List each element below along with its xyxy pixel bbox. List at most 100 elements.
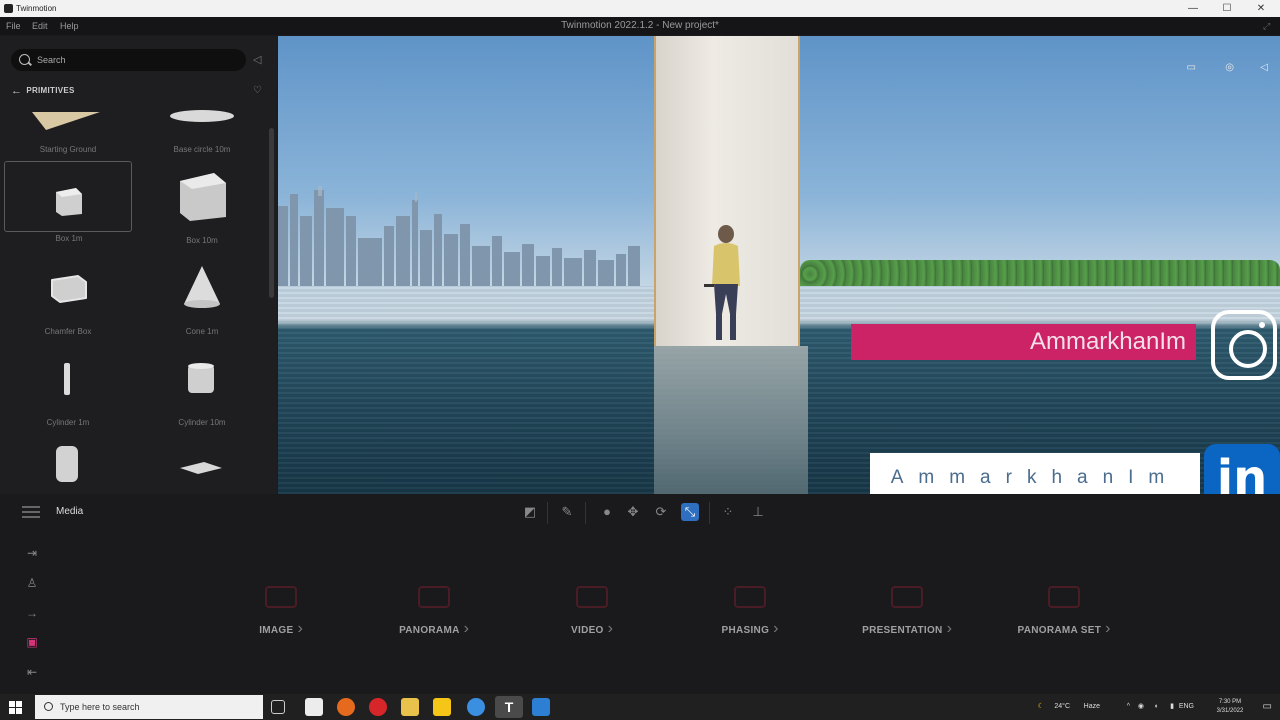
breadcrumb-label: PRIMITIVES — [26, 86, 75, 95]
menu-file[interactable]: File — [6, 17, 21, 35]
weather-desc[interactable]: Haze — [1084, 694, 1100, 720]
chevron-right-icon: › — [1105, 620, 1111, 637]
toolbar-separator — [585, 502, 586, 524]
chevron-right-icon: › — [297, 620, 303, 637]
media-presentation-label: PRESENTATION — [862, 625, 943, 636]
pick-tool-icon[interactable]: ✎ — [558, 503, 576, 521]
media-image[interactable]: IMAGE › — [226, 586, 336, 638]
file-app-icon[interactable] — [305, 698, 323, 716]
task-view-icon[interactable] — [271, 700, 285, 714]
library-item-cylinder-tall[interactable] — [4, 434, 132, 494]
media-presentation[interactable]: PRESENTATION › — [852, 586, 962, 638]
rotate-icon[interactable]: ⟳ — [652, 503, 670, 521]
plane-thumbnail — [180, 462, 222, 474]
library-item-label: Starting Ground — [39, 145, 97, 154]
instagram-handle: AmmarkhanIm — [1029, 328, 1186, 355]
photos-icon[interactable] — [532, 698, 550, 716]
media-video-label: VIDEO — [571, 625, 604, 636]
collapse-right-icon[interactable]: ◁ — [1260, 62, 1268, 73]
library-item-label: Cylinder 1m — [46, 418, 90, 427]
hamburger-menu-icon[interactable] — [22, 506, 40, 518]
collapse-panel-icon[interactable]: ◁ — [253, 53, 261, 66]
select-tool-icon[interactable]: ◩ — [521, 503, 539, 521]
chevron-right-icon: › — [463, 620, 469, 637]
favorite-icon[interactable]: ♡ — [253, 85, 262, 96]
library-item-box-10m[interactable]: Box 10m — [138, 161, 266, 245]
weather-icon[interactable]: ☾ — [1038, 694, 1044, 720]
media-phasing[interactable]: PHASING › — [695, 586, 805, 638]
library-item-cone-1m[interactable]: Cone 1m — [138, 252, 266, 336]
camera-icon — [265, 586, 297, 608]
clock-date: 3/31/2022 — [1216, 708, 1244, 714]
library-item-cylinder-10m[interactable]: Cylinder 10m — [138, 343, 266, 427]
media-panorama-label: PANORAMA — [399, 625, 460, 636]
axis-icon[interactable]: ⊥ — [749, 503, 767, 521]
move-icon[interactable]: ✥ — [624, 503, 642, 521]
material-icon[interactable]: ● — [598, 503, 616, 521]
library-item-box-1m[interactable]: Box 1m — [4, 161, 132, 243]
lines-icon[interactable]: → — [22, 606, 42, 620]
library-item-chamfer-box[interactable]: Chamfer Box — [4, 252, 132, 336]
taskbar-clock[interactable]: 7:30 PM 3/31/2022 — [1210, 698, 1250, 716]
twinmotion-taskbar-icon[interactable]: T — [495, 696, 523, 718]
vr-icon[interactable]: ◎ — [1225, 62, 1234, 73]
library-scrollbar[interactable] — [269, 128, 274, 298]
tree-line — [800, 260, 1280, 286]
weather-temp[interactable]: 24°C — [1054, 694, 1070, 720]
toolbar-separator — [547, 502, 548, 524]
firefox-icon[interactable] — [337, 698, 355, 716]
scene-viewport[interactable]: ▭ ◎ ◁ — [278, 36, 1280, 494]
media-video[interactable]: VIDEO › — [537, 586, 647, 638]
clock-time: 7:30 PM — [1218, 699, 1242, 705]
library-item-plane[interactable] — [138, 434, 266, 494]
close-button[interactable]: ✕ — [1244, 0, 1278, 17]
back-arrow-icon[interactable]: ← — [11, 85, 22, 97]
minimize-button[interactable]: — — [1176, 0, 1210, 17]
tray-chevron-icon[interactable]: ^ — [1127, 694, 1130, 720]
maximize-button[interactable]: ☐ — [1210, 0, 1244, 17]
media-panorama-set[interactable]: PANORAMA SET › — [1009, 586, 1119, 638]
notification-icon[interactable]: ▭ — [1263, 694, 1272, 720]
chamfer-box-thumbnail — [51, 275, 87, 303]
chrome-icon[interactable] — [467, 698, 485, 716]
language-indicator[interactable]: ENG — [1179, 694, 1194, 720]
battery-icon[interactable]: ▮ — [1170, 694, 1174, 720]
breadcrumb[interactable]: ← PRIMITIVES — [11, 85, 75, 97]
screen-icon[interactable]: ▭ — [1187, 62, 1196, 73]
import-icon[interactable]: ⇥ — [22, 546, 42, 560]
toolbar-separator — [709, 502, 710, 524]
media-panorama[interactable]: PANORAMA › — [379, 586, 489, 638]
volume-icon[interactable]: ◖ — [1154, 694, 1158, 720]
windows-taskbar: Type here to search T ☾ 24°C Haze ^ ◉ ◖ … — [0, 694, 1280, 720]
snap-icon[interactable]: ⁘ — [719, 503, 737, 521]
menu-help[interactable]: Help — [60, 17, 79, 35]
library-search-input[interactable]: Search — [11, 49, 246, 71]
cone-1m-thumbnail — [184, 266, 220, 308]
taskbar-search-input[interactable]: Type here to search — [35, 695, 263, 719]
starting-ground-thumbnail — [32, 112, 100, 130]
library-item-cylinder-1m[interactable]: Cylinder 1m — [4, 343, 132, 427]
cylinder-tall-thumbnail — [56, 446, 78, 482]
network-icon[interactable]: ◉ — [1138, 694, 1144, 720]
file-explorer-icon[interactable] — [401, 698, 419, 716]
person-character[interactable] — [702, 224, 746, 344]
fullscreen-icon[interactable]: ⤢ — [1263, 17, 1270, 35]
chevron-right-icon: › — [946, 620, 952, 637]
library-item-label: Chamfer Box — [44, 327, 92, 336]
media-icon[interactable]: ▣ — [22, 635, 42, 649]
wall-reflection — [654, 346, 808, 494]
export-icon[interactable]: ⇤ — [22, 665, 42, 679]
library-search-placeholder: Search — [37, 55, 66, 65]
viewport-toolbar: Media ◩ ✎ ● ✥ ⟳ ⤡ ⁘ ⊥ — [0, 494, 1280, 532]
opera-icon[interactable] — [369, 698, 387, 716]
windows-start-icon[interactable] — [9, 701, 22, 714]
menu-edit[interactable]: Edit — [32, 17, 48, 35]
library-item-label: Box 1m — [55, 234, 83, 243]
sticky-notes-icon[interactable] — [433, 698, 451, 716]
window-app-name: Twinmotion — [16, 4, 57, 13]
taskbar-search-placeholder: Type here to search — [60, 702, 140, 712]
chevron-right-icon: › — [773, 620, 779, 637]
search-icon — [19, 54, 30, 65]
settings-icon[interactable]: ♙ — [22, 576, 42, 590]
scale-icon[interactable]: ⤡ — [681, 503, 699, 521]
